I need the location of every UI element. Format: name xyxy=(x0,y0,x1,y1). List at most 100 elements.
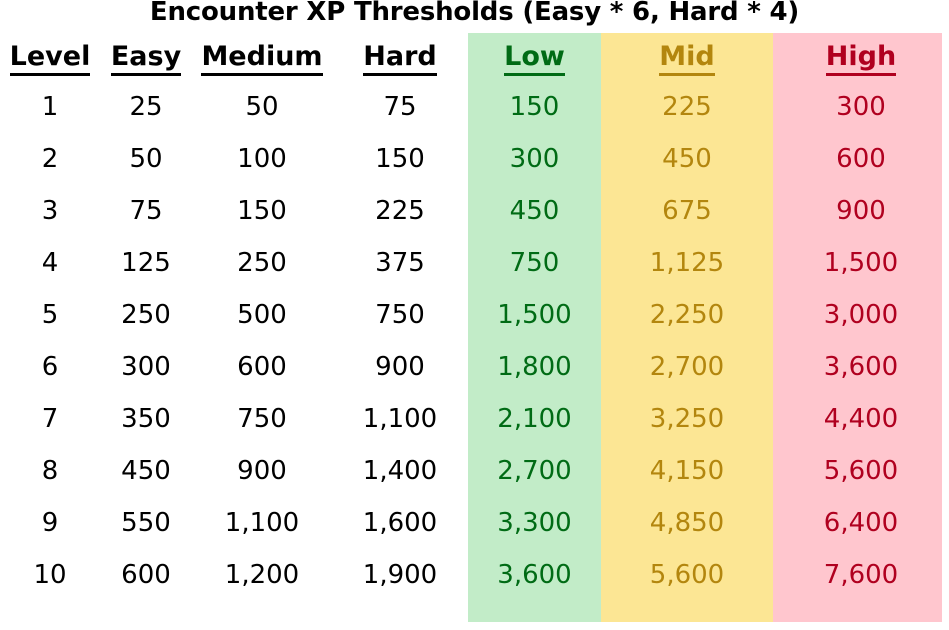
cell-high: 300 xyxy=(836,92,886,122)
cell-hard: 150 xyxy=(375,144,425,174)
cell-high: 600 xyxy=(836,144,886,174)
column-header-medium[interactable]: Medium xyxy=(192,36,332,81)
cell-mid: 450 xyxy=(662,144,712,174)
cell-mid: 3,250 xyxy=(649,404,725,434)
table-row: 5 250 500 750 1,500 2,250 3,000 xyxy=(0,289,949,341)
cell-hard: 1,900 xyxy=(362,560,438,590)
table-row: 9 550 1,100 1,600 3,300 4,850 6,400 xyxy=(0,497,949,549)
cell-low: 750 xyxy=(509,248,560,278)
cell-low: 1,800 xyxy=(497,352,572,382)
cell-medium: 1,100 xyxy=(224,508,300,538)
column-header-label: Hard xyxy=(363,41,437,76)
table-header-row: Level Easy Medium Hard Low Mid High xyxy=(0,36,949,81)
cell-high: 900 xyxy=(836,196,886,226)
cell-easy: 350 xyxy=(121,404,171,434)
cell-level: 8 xyxy=(41,456,59,486)
cell-high: 5,600 xyxy=(823,456,899,486)
cell-medium: 1,200 xyxy=(224,560,300,590)
cell-hard: 1,600 xyxy=(362,508,438,538)
cell-medium: 750 xyxy=(237,404,287,434)
table-header: Level Easy Medium Hard Low Mid High xyxy=(0,36,949,81)
cell-easy: 25 xyxy=(129,92,163,122)
column-header-level[interactable]: Level xyxy=(0,36,100,81)
cell-medium: 100 xyxy=(237,144,287,174)
cell-easy: 450 xyxy=(121,456,171,486)
xp-thresholds-table: Level Easy Medium Hard Low Mid High 1 25 50 75 150… xyxy=(0,36,949,601)
cell-medium: 150 xyxy=(237,196,287,226)
cell-hard: 750 xyxy=(375,300,425,330)
cell-high: 6,400 xyxy=(823,508,899,538)
cell-level: 4 xyxy=(41,248,59,278)
cell-low: 3,600 xyxy=(497,560,572,590)
cell-low: 3,300 xyxy=(497,508,572,538)
cell-easy: 50 xyxy=(129,144,163,174)
cell-high: 7,600 xyxy=(823,560,899,590)
cell-level: 2 xyxy=(41,144,59,174)
column-header-label: Mid xyxy=(659,41,715,76)
cell-hard: 1,400 xyxy=(362,456,438,486)
cell-level: 3 xyxy=(41,196,59,226)
cell-medium: 250 xyxy=(237,248,287,278)
column-header-label: Level xyxy=(9,41,91,76)
table-row: 3 75 150 225 450 675 900 xyxy=(0,185,949,237)
column-header-hard[interactable]: Hard xyxy=(332,36,468,81)
column-header-label: High xyxy=(825,41,897,76)
cell-hard: 225 xyxy=(375,196,425,226)
cell-mid: 4,150 xyxy=(649,456,725,486)
cell-low: 2,100 xyxy=(497,404,572,434)
cell-mid: 2,700 xyxy=(649,352,725,382)
table-row: 10 600 1,200 1,900 3,600 5,600 7,600 xyxy=(0,549,949,601)
column-header-label: Easy xyxy=(110,41,182,76)
cell-hard: 375 xyxy=(375,248,425,278)
cell-medium: 600 xyxy=(237,352,287,382)
cell-mid: 675 xyxy=(662,196,712,226)
cell-medium: 500 xyxy=(237,300,287,330)
cell-high: 1,500 xyxy=(823,248,899,278)
column-header-label: Medium xyxy=(201,41,323,76)
cell-low: 150 xyxy=(509,92,560,122)
cell-mid: 4,850 xyxy=(649,508,725,538)
table-row: 7 350 750 1,100 2,100 3,250 4,400 xyxy=(0,393,949,445)
cell-high: 3,600 xyxy=(823,352,899,382)
cell-easy: 550 xyxy=(121,508,171,538)
table-body: 1 25 50 75 150 225 300 2 50 100 150 300 450 600 3 75 150… xyxy=(0,81,949,601)
cell-mid: 5,600 xyxy=(649,560,725,590)
cell-hard: 75 xyxy=(383,92,417,122)
cell-easy: 125 xyxy=(121,248,171,278)
cell-level: 5 xyxy=(41,300,59,330)
cell-level: 10 xyxy=(33,560,67,590)
cell-easy: 600 xyxy=(121,560,171,590)
table-row: 4 125 250 375 750 1,125 1,500 xyxy=(0,237,949,289)
cell-low: 1,500 xyxy=(497,300,572,330)
column-header-easy[interactable]: Easy xyxy=(100,36,192,81)
cell-level: 6 xyxy=(41,352,59,382)
column-header-mid[interactable]: Mid xyxy=(601,36,773,81)
cell-mid: 225 xyxy=(662,92,712,122)
cell-level: 7 xyxy=(41,404,59,434)
cell-hard: 900 xyxy=(375,352,425,382)
cell-easy: 300 xyxy=(121,352,171,382)
cell-easy: 75 xyxy=(129,196,163,226)
column-header-label: Low xyxy=(504,41,565,76)
table-row: 1 25 50 75 150 225 300 xyxy=(0,81,949,133)
cell-low: 450 xyxy=(509,196,560,226)
cell-high: 4,400 xyxy=(823,404,899,434)
cell-low: 300 xyxy=(509,144,560,174)
cell-high: 3,000 xyxy=(823,300,899,330)
xp-thresholds-page: Encounter XP Thresholds (Easy * 6, Hard … xyxy=(0,0,949,630)
column-header-low[interactable]: Low xyxy=(468,36,601,81)
table-row: 6 300 600 900 1,800 2,700 3,600 xyxy=(0,341,949,393)
cell-easy: 250 xyxy=(121,300,171,330)
page-title: Encounter XP Thresholds (Easy * 6, Hard … xyxy=(149,0,800,27)
table-row: 2 50 100 150 300 450 600 xyxy=(0,133,949,185)
cell-mid: 2,250 xyxy=(649,300,725,330)
cell-medium: 50 xyxy=(245,92,279,122)
cell-mid: 1,125 xyxy=(649,248,725,278)
table-row: 8 450 900 1,400 2,700 4,150 5,600 xyxy=(0,445,949,497)
cell-level: 9 xyxy=(41,508,59,538)
cell-hard: 1,100 xyxy=(362,404,438,434)
column-header-high[interactable]: High xyxy=(773,36,949,81)
cell-low: 2,700 xyxy=(497,456,572,486)
cell-medium: 900 xyxy=(237,456,287,486)
cell-level: 1 xyxy=(41,92,59,122)
